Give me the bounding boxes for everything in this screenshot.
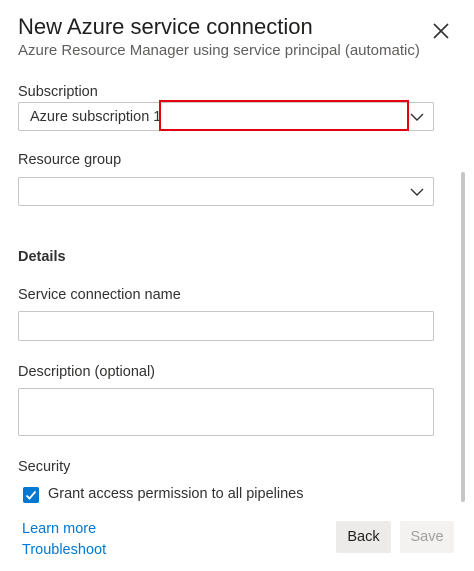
subscription-value: Azure subscription 1 — [30, 109, 162, 125]
resource-group-dropdown[interactable] — [18, 177, 434, 206]
resource-group-label: Resource group — [18, 152, 122, 168]
save-button: Save — [400, 521, 454, 553]
learn-more-link[interactable]: Learn more — [22, 521, 96, 537]
close-icon — [433, 23, 449, 39]
dialog-subtitle: Azure Resource Manager using service pri… — [18, 42, 420, 59]
grant-access-label[interactable]: Grant access permission to all pipelines — [48, 486, 303, 502]
dialog-title: New Azure service connection — [18, 14, 313, 39]
description-input[interactable] — [18, 388, 434, 436]
details-heading: Details — [18, 249, 66, 265]
back-button[interactable]: Back — [336, 521, 391, 553]
chevron-down-icon — [410, 113, 424, 121]
scrollbar-thumb[interactable] — [461, 172, 465, 502]
connection-name-input[interactable] — [18, 311, 434, 341]
security-label: Security — [18, 459, 71, 475]
close-button[interactable] — [428, 18, 454, 44]
description-label: Description (optional) — [18, 364, 156, 380]
troubleshoot-link[interactable]: Troubleshoot — [22, 542, 106, 558]
subscription-label: Subscription — [18, 84, 98, 100]
connection-name-label: Service connection name — [18, 287, 181, 303]
checkmark-icon — [25, 490, 37, 500]
chevron-down-icon — [410, 188, 424, 196]
grant-access-checkbox[interactable] — [23, 487, 39, 503]
highlight-annotation — [159, 100, 409, 131]
